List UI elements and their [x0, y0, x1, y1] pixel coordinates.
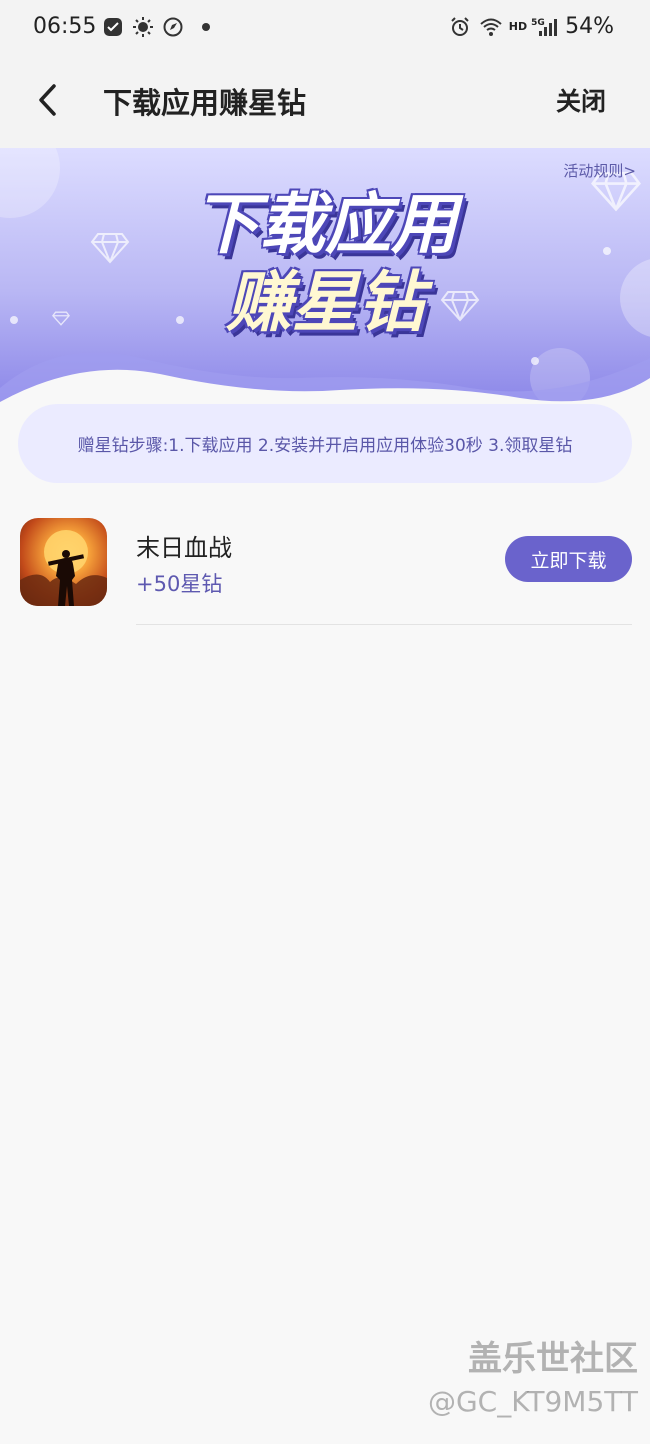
status-time: 06:55 — [33, 14, 97, 39]
steps-text: 赠星钻步骤:1.下载应用 2.安装并开启用应用体验30秒 3.领取星钻 — [77, 436, 573, 456]
app-name: 末日血战 — [136, 534, 232, 562]
hd-label: HD — [508, 20, 528, 33]
download-now-button[interactable]: 立即下载 — [505, 536, 632, 582]
battery-percentage: 54% — [565, 14, 614, 39]
app-notification-icon — [102, 16, 124, 38]
compass-icon — [162, 16, 184, 38]
steps-instructions: 赠星钻步骤:1.下载应用 2.安装并开启用应用体验30秒 3.领取星钻 — [18, 404, 632, 483]
soldier-silhouette-icon — [20, 530, 107, 606]
back-button[interactable] — [28, 80, 68, 120]
banner-wave — [0, 352, 650, 408]
5g-label: 5G — [531, 17, 545, 28]
app-reward: +50星钻 — [136, 572, 223, 596]
status-bar: 06:55 HD 5G 54% — [0, 0, 650, 58]
watermark-user: @GC_KT9M5TT — [427, 1385, 638, 1418]
promo-banner: 活动规则> 下载应用 赚星钻 — [0, 148, 650, 408]
page-title: 下载应用赚星钻 — [103, 86, 307, 120]
close-button[interactable]: 关闭 — [556, 82, 606, 118]
divider — [136, 624, 632, 625]
app-icon — [20, 518, 107, 606]
nav-bar: 下载应用赚星钻 关闭 — [0, 58, 650, 148]
status-system-icons: HD 5G 54% — [449, 14, 614, 39]
activity-rules-link[interactable]: 活动规则> — [563, 160, 636, 181]
sun-icon — [132, 16, 154, 38]
watermark-community: 盖乐世社区 — [468, 1339, 638, 1379]
status-notification-icons — [102, 16, 210, 38]
alarm-icon — [449, 16, 471, 38]
list-item: 末日血战 +50星钻 立即下载 — [0, 518, 650, 626]
watermark: 盖乐世社区 @GC_KT9M5TT — [428, 1336, 638, 1422]
wifi-icon — [479, 16, 502, 38]
chevron-left-icon — [39, 84, 56, 116]
signal-icon: 5G — [531, 16, 558, 38]
banner-headline-line1: 下载应用 — [193, 186, 457, 263]
more-notifications-dot-icon — [202, 23, 210, 31]
